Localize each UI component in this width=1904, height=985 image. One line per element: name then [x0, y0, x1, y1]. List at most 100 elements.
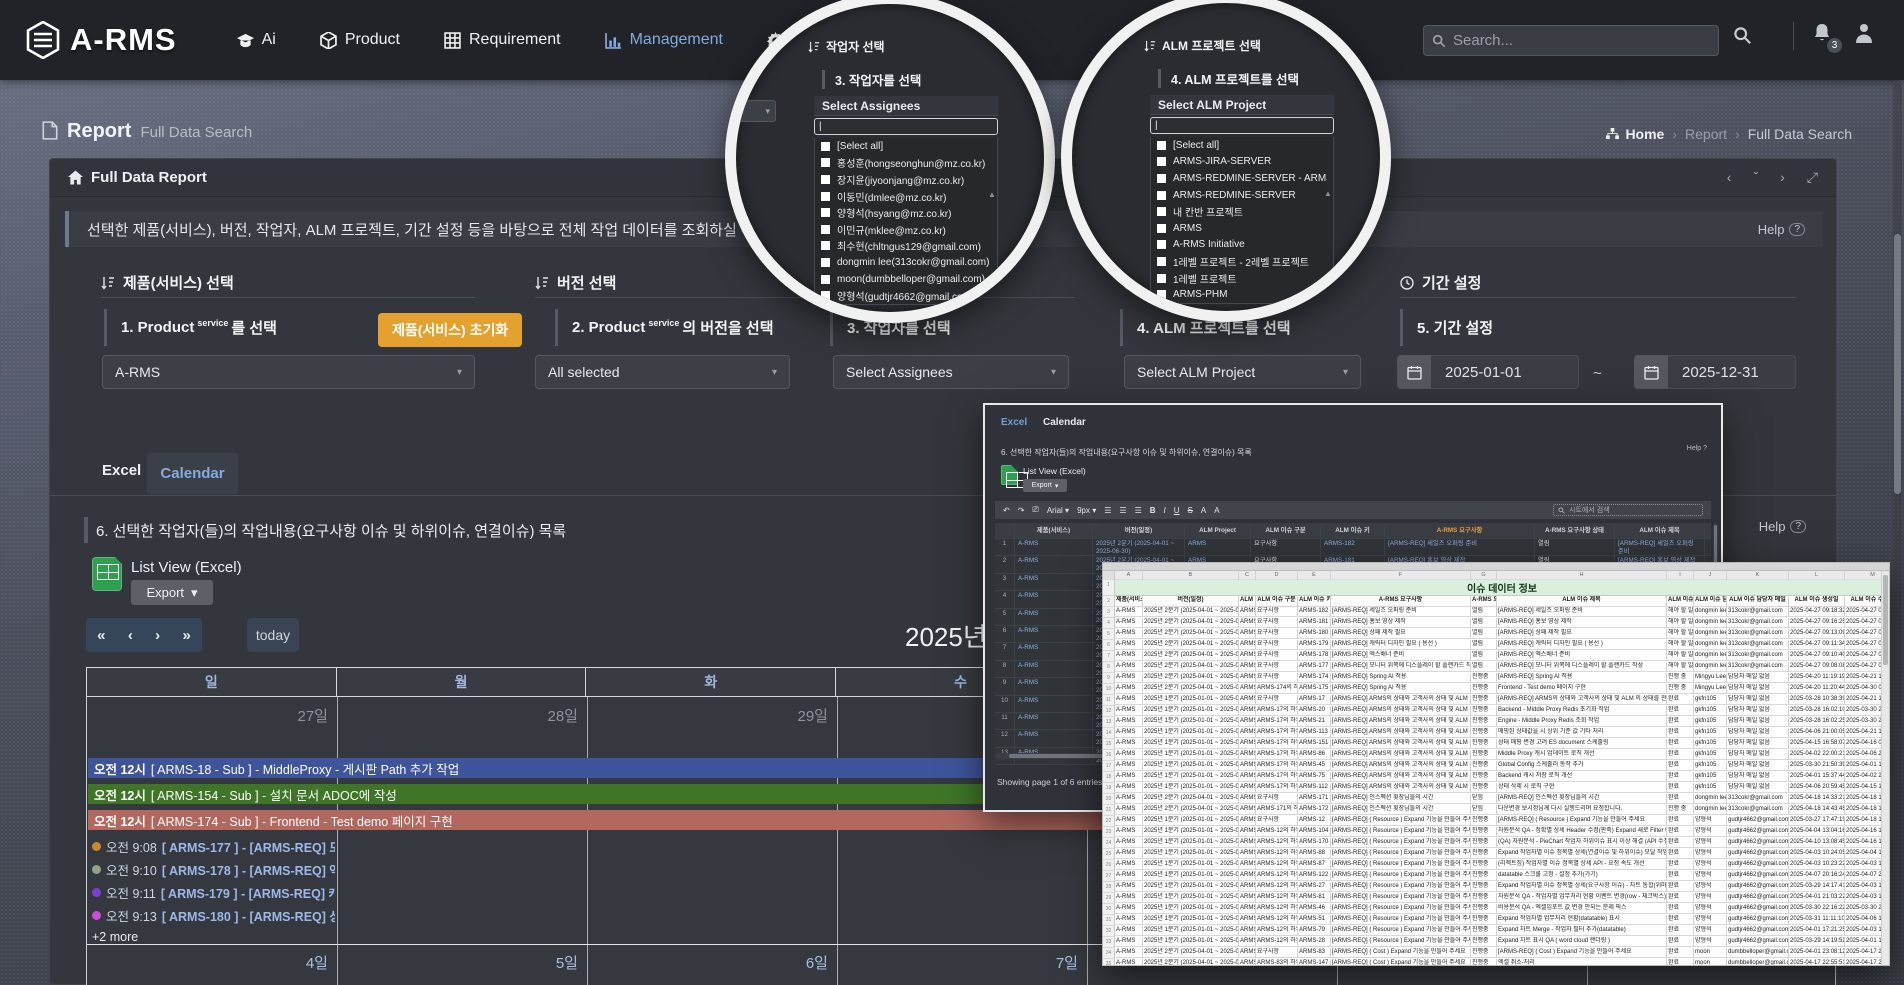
product-select[interactable]: A-RMS▾: [102, 355, 475, 389]
search-input[interactable]: [1453, 32, 1693, 49]
date-to-input[interactable]: 2025-12-31: [1634, 355, 1796, 389]
assignee-option[interactable]: 양형석(hsyang@mz.co.kr): [815, 204, 997, 221]
assignee-option[interactable]: 양형석(gudtjr4662@gmail.com): [815, 287, 997, 304]
tab-calendar[interactable]: Calendar: [147, 453, 238, 494]
panel-fullscreen-icon[interactable]: ⤢: [1807, 169, 1818, 186]
panel-prev-icon[interactable]: ‹: [1727, 169, 1732, 186]
alm-project-filter-input[interactable]: |: [1150, 117, 1334, 134]
assignee-option[interactable]: 이민규(mklee@mz.co.kr): [815, 221, 997, 238]
project-option[interactable]: A-RMS Initiative: [1151, 237, 1333, 254]
row-number: 15: [1103, 739, 1115, 750]
underline-icon[interactable]: U: [1174, 506, 1180, 515]
align-center-icon[interactable]: ☰: [1119, 506, 1126, 515]
sheet-cell: 2025-03-31 11:11:10: [1789, 915, 1845, 925]
row-number: 7: [1103, 651, 1115, 662]
project-option[interactable]: ARMS: [1151, 220, 1333, 237]
project-option[interactable]: [Select all]: [1151, 137, 1333, 154]
font-family-select[interactable]: Arial ▾: [1047, 506, 1069, 515]
assignee-select[interactable]: Select Assignees▾: [833, 355, 1069, 389]
app-logo[interactable]: A-RMS: [26, 21, 177, 59]
assignee-select-header[interactable]: Select Assignees: [814, 96, 998, 116]
scroll-up-icon[interactable]: ▲: [1324, 189, 1332, 198]
project-option[interactable]: 내 칸반 프로젝트: [1151, 203, 1333, 220]
nav-item-product[interactable]: Product: [320, 31, 400, 49]
row-number: 28: [1103, 882, 1115, 893]
tab-excel[interactable]: Excel: [1001, 417, 1027, 428]
tab-excel[interactable]: Excel: [102, 462, 141, 479]
calendar-first-button[interactable]: «: [97, 627, 105, 644]
day-header-cell: 화: [586, 668, 836, 696]
breadcrumb-item[interactable]: Report: [1685, 126, 1727, 142]
sheet-cell: A-RMS: [1115, 761, 1143, 771]
breadcrumb-item[interactable]: Home: [1606, 126, 1664, 142]
export-button[interactable]: Export▾: [131, 580, 213, 605]
align-right-icon[interactable]: ☰: [1135, 506, 1142, 515]
project-option[interactable]: ARMS-REDMINE-SERVER - ARMS-RE: [1151, 170, 1333, 187]
assignee-option[interactable]: 장지윤(jiyoonjang@mz.co.kr): [815, 171, 997, 188]
event-dot-icon: [92, 842, 101, 851]
assignee-option[interactable]: dongmin lee(313cokr@gmail.com): [815, 254, 997, 271]
sheet-cell: ARMS-83: [1298, 948, 1331, 958]
redo-icon[interactable]: ↷: [1018, 506, 1025, 515]
align-left-icon[interactable]: ☰: [1104, 506, 1111, 515]
today-button[interactable]: today: [247, 618, 299, 652]
assignee-option[interactable]: 홍성훈(hongseonghun@mz.co.kr): [815, 155, 997, 172]
panel-next-icon[interactable]: ›: [1780, 169, 1785, 186]
project-option[interactable]: 1레벨 프로젝트: [1151, 270, 1333, 287]
row-number: 3: [995, 574, 1015, 590]
undo-icon[interactable]: ↶: [1003, 506, 1010, 515]
help-button[interactable]: Help?: [1758, 222, 1805, 237]
panel-collapse-icon[interactable]: ˇ: [1753, 169, 1758, 186]
sheet-cell: ARMS: [1239, 750, 1256, 760]
sheet-search-input[interactable]: 시트에서 검색: [1553, 504, 1703, 516]
calendar-list-event[interactable]: 오전 9:13[ ARMS-180 ] - [ARMS-REQ] 상패 제: [92, 906, 335, 925]
calendar-next-button[interactable]: ›: [155, 627, 160, 644]
alm-project-select[interactable]: Select ALM Project▾: [1124, 355, 1361, 389]
calendar-list-event[interactable]: 오전 9:11[ ARMS-179 ] - [ARMS-REQ] 캐릭터: [92, 883, 335, 902]
assignee-option[interactable]: moon(dumbbelloper@gmail.com): [815, 271, 997, 288]
project-option[interactable]: ARMS-PHM: [1151, 286, 1333, 303]
calendar-list-event[interactable]: 오전 9:10[ ARMS-178 ] - [ARMS-REQ] 엑스배: [92, 860, 335, 879]
breadcrumb-item[interactable]: Full Data Search: [1748, 126, 1852, 142]
scrollbar-thumb[interactable]: [1894, 234, 1901, 494]
help-button[interactable]: Help ?: [1687, 445, 1707, 452]
assignee-filter-input[interactable]: |: [814, 118, 998, 135]
table-cell: A-RMS: [1015, 661, 1093, 677]
alm-project-select-header[interactable]: Select ALM Project: [1150, 95, 1334, 115]
italic-icon[interactable]: I: [1164, 506, 1166, 515]
version-select[interactable]: All selected▾: [535, 355, 790, 389]
help-button[interactable]: Help?: [1759, 519, 1806, 534]
nav-item-requirement[interactable]: Requirement: [444, 31, 561, 49]
scroll-up-icon[interactable]: ▲: [988, 190, 996, 199]
assignee-option[interactable]: 최수현(chltngus129@gmail.com): [815, 238, 997, 255]
calendar-prev-button[interactable]: ‹: [128, 627, 133, 644]
project-option[interactable]: ARMS-REDMINE-SERVER: [1151, 187, 1333, 204]
more-events-link[interactable]: +2 more: [92, 930, 138, 944]
sheet-cell: A-RMS: [1115, 959, 1143, 966]
assignee-option[interactable]: [Select all]: [815, 138, 997, 155]
assignee-option[interactable]: 이동민(dmlee@mz.co.kr): [815, 188, 997, 205]
fill-color-icon[interactable]: A: [1214, 506, 1219, 515]
bold-icon[interactable]: B: [1150, 506, 1156, 515]
user-profile-icon[interactable]: [1854, 22, 1874, 44]
export-button[interactable]: Export▾: [1023, 479, 1067, 492]
scrollbar-thumb[interactable]: [1883, 575, 1888, 665]
project-option[interactable]: 1레벨 프로젝트 - 2레벨 프로젝트: [1151, 253, 1333, 270]
print-icon[interactable]: ⎚: [1032, 505, 1038, 515]
nav-item-ai[interactable]: Ai: [237, 31, 276, 49]
sheet-cell: Expand 작업자별 이슈 정복별 상세(요구사항 이슈) - 차트 통합(위…: [1497, 882, 1667, 892]
global-search[interactable]: [1423, 25, 1719, 56]
tab-calendar[interactable]: Calendar: [1043, 417, 1086, 428]
nav-item-management[interactable]: Management: [605, 31, 723, 49]
calendar-last-button[interactable]: »: [182, 627, 190, 644]
calendar-list-event[interactable]: 오전 9:08[ ARMS-177 ] - [ARMS-REQ] 모니터: [92, 837, 335, 856]
font-size-select[interactable]: 9px ▾: [1077, 506, 1096, 515]
project-option[interactable]: ARMS-JIRA-SERVER: [1151, 154, 1333, 171]
search-submit-icon[interactable]: [1733, 26, 1752, 45]
table-row[interactable]: 1A-RMS2025년 2분기 (2025-04-01 ~ 2025-06-30…: [995, 539, 1711, 556]
font-color-icon[interactable]: A: [1201, 506, 1206, 515]
date-from-input[interactable]: 2025-01-01: [1397, 355, 1579, 389]
product-reset-button[interactable]: 제품(서비스) 초기화: [378, 313, 522, 347]
strikethrough-icon[interactable]: S: [1188, 506, 1193, 515]
step-2-label: 2. Productservice의 버전을 선택: [555, 309, 774, 346]
